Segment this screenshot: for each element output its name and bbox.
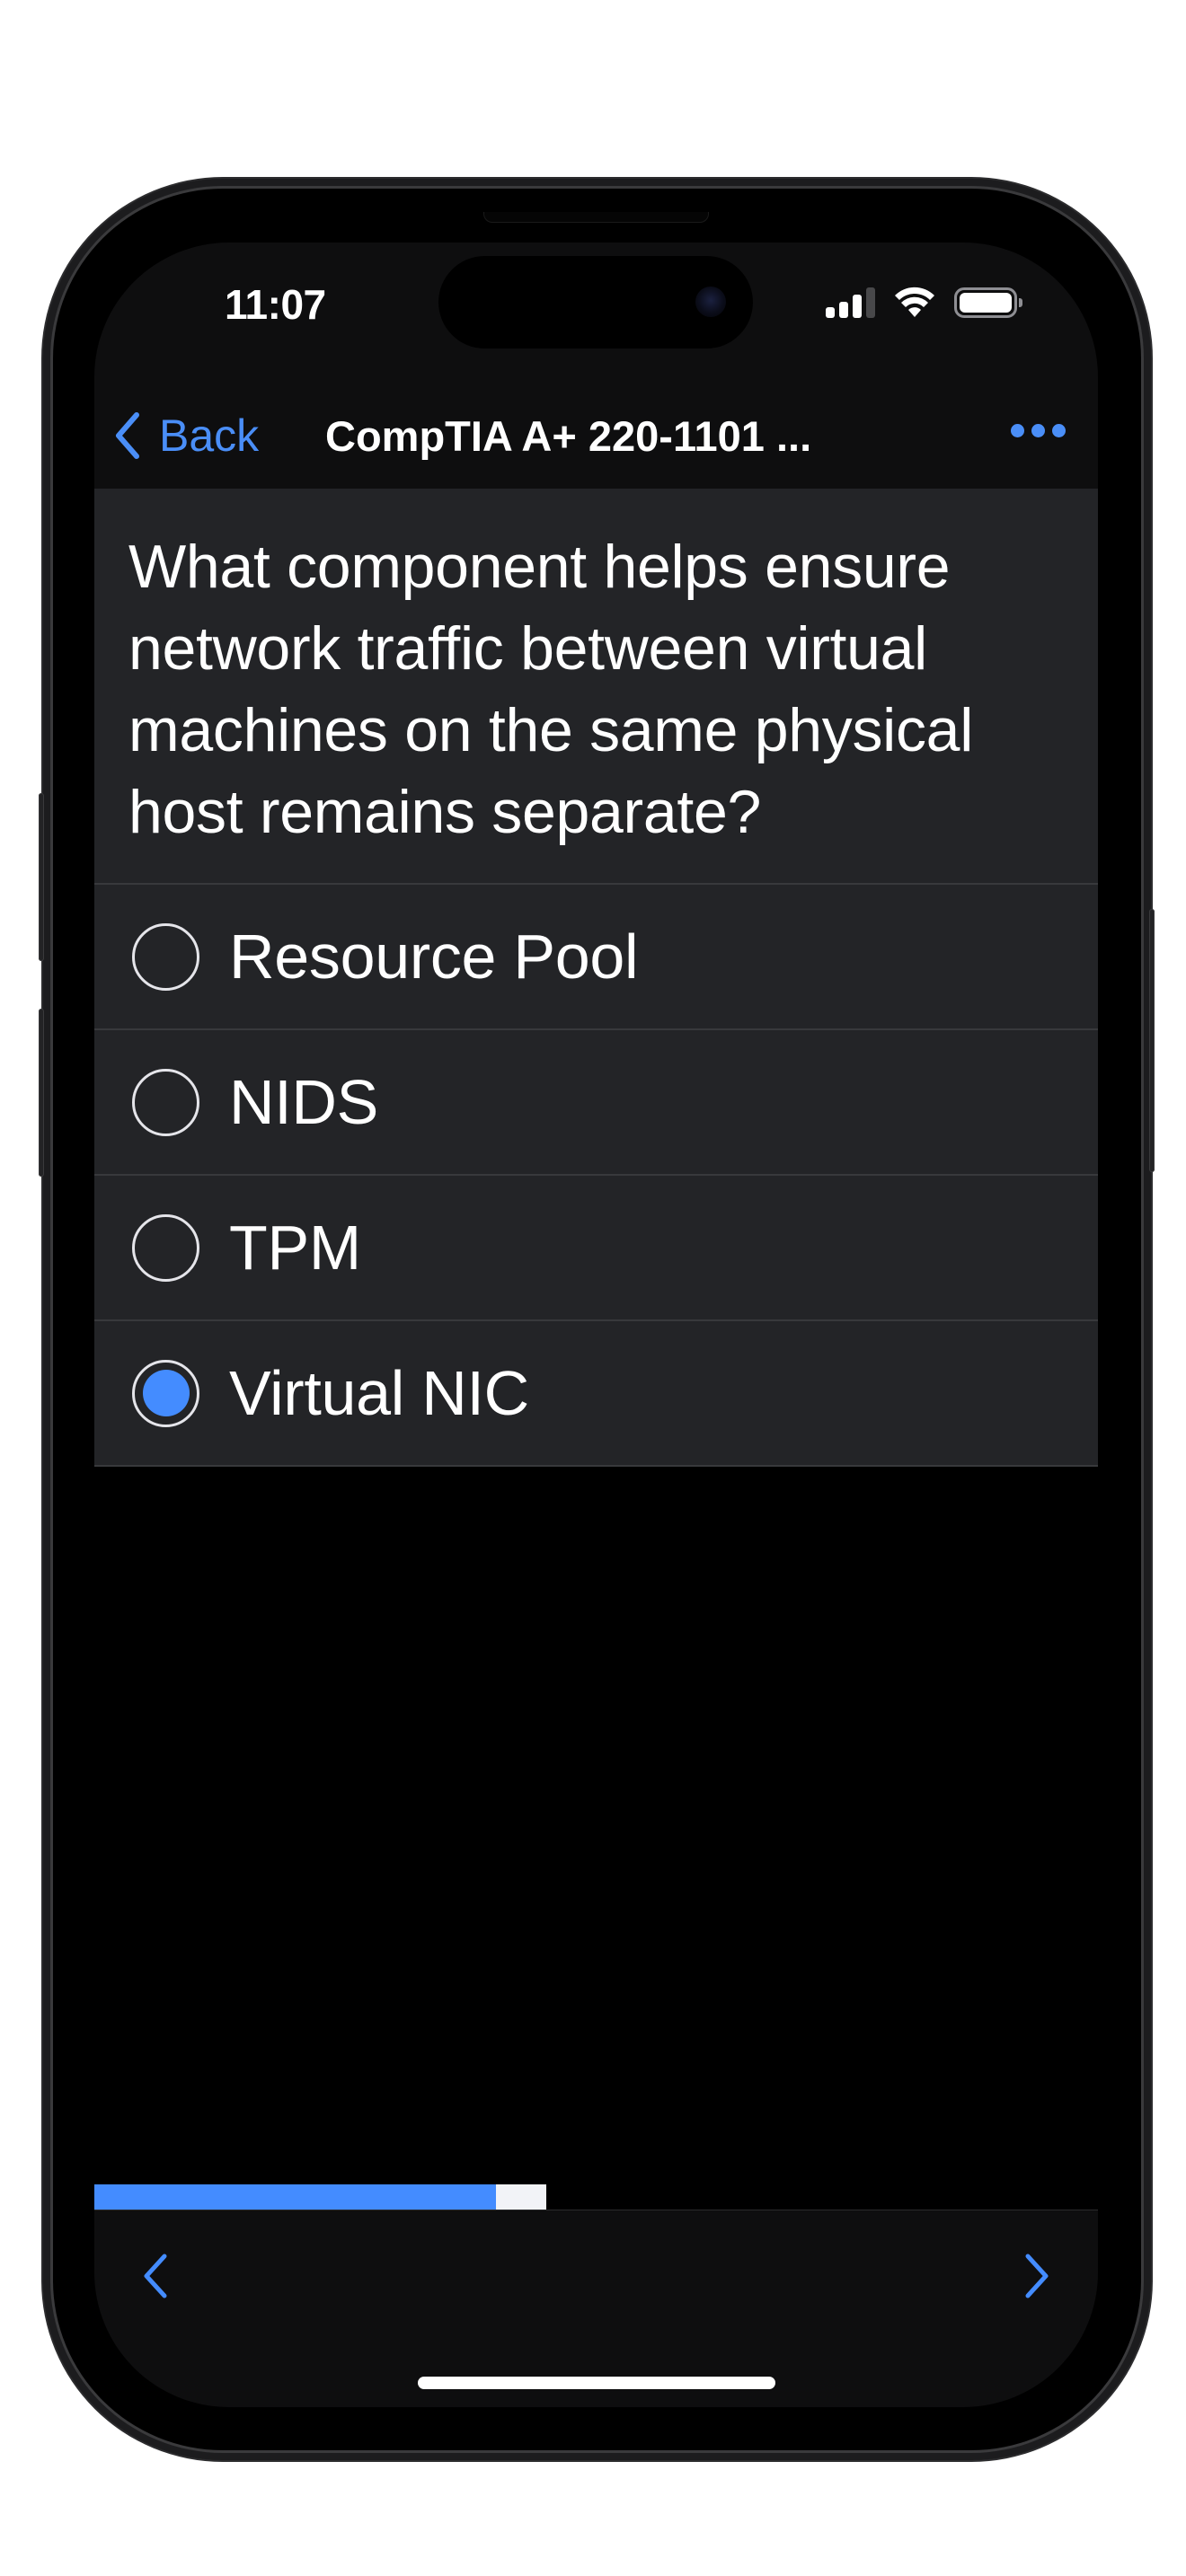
answer-option[interactable]: TPM	[94, 1176, 1098, 1321]
quiz-progress-bar	[94, 2184, 1098, 2210]
earpiece-speaker	[483, 212, 709, 223]
radio-button-icon[interactable]	[132, 1359, 199, 1427]
wifi-icon	[895, 287, 934, 317]
previous-question-button[interactable]	[128, 2245, 181, 2307]
power-button	[1149, 909, 1155, 1172]
page-title: CompTIA A+ 220-1101 ...	[325, 412, 812, 460]
option-label: Virtual NIC	[229, 1358, 529, 1428]
battery-icon	[954, 287, 1022, 318]
option-label: TPM	[229, 1213, 361, 1283]
dynamic-island	[438, 256, 753, 348]
volume-up-button	[39, 793, 44, 961]
camera-icon	[695, 287, 726, 317]
progress-current	[495, 2184, 546, 2210]
chevron-left-icon	[144, 2254, 167, 2298]
volume-down-button	[39, 1009, 44, 1177]
back-label: Back	[159, 410, 260, 461]
more-options-button[interactable]	[1011, 424, 1066, 437]
chevron-left-icon	[116, 412, 139, 459]
option-label: Resource Pool	[229, 922, 639, 992]
ellipsis-icon	[1011, 424, 1024, 437]
radio-button-icon[interactable]	[132, 1213, 199, 1282]
question-text: What component helps ensure network traf…	[94, 489, 1098, 885]
progress-answered	[94, 2184, 496, 2210]
back-button[interactable]: Back	[114, 406, 259, 465]
status-icons	[826, 287, 1022, 318]
answer-option[interactable]: Resource Pool	[94, 885, 1098, 1030]
answer-options: Resource Pool NIDS TPM Virtual NIC	[94, 885, 1098, 1467]
chevron-right-icon	[1025, 2254, 1049, 2298]
screen: 11:07 Back CompTIA A+ 220-1101 ... What …	[94, 243, 1098, 2407]
status-time: 11:07	[225, 281, 326, 328]
navigation-bar: Back CompTIA A+ 220-1101 ...	[94, 386, 1098, 485]
radio-button-icon[interactable]	[132, 1068, 199, 1136]
next-question-button[interactable]	[1011, 2245, 1065, 2307]
option-label: NIDS	[229, 1067, 379, 1137]
signal-icon	[826, 287, 875, 318]
home-indicator[interactable]	[418, 2377, 775, 2389]
answer-option[interactable]: NIDS	[94, 1030, 1098, 1176]
radio-button-icon[interactable]	[132, 922, 199, 991]
answer-option-selected[interactable]: Virtual NIC	[94, 1321, 1098, 1467]
